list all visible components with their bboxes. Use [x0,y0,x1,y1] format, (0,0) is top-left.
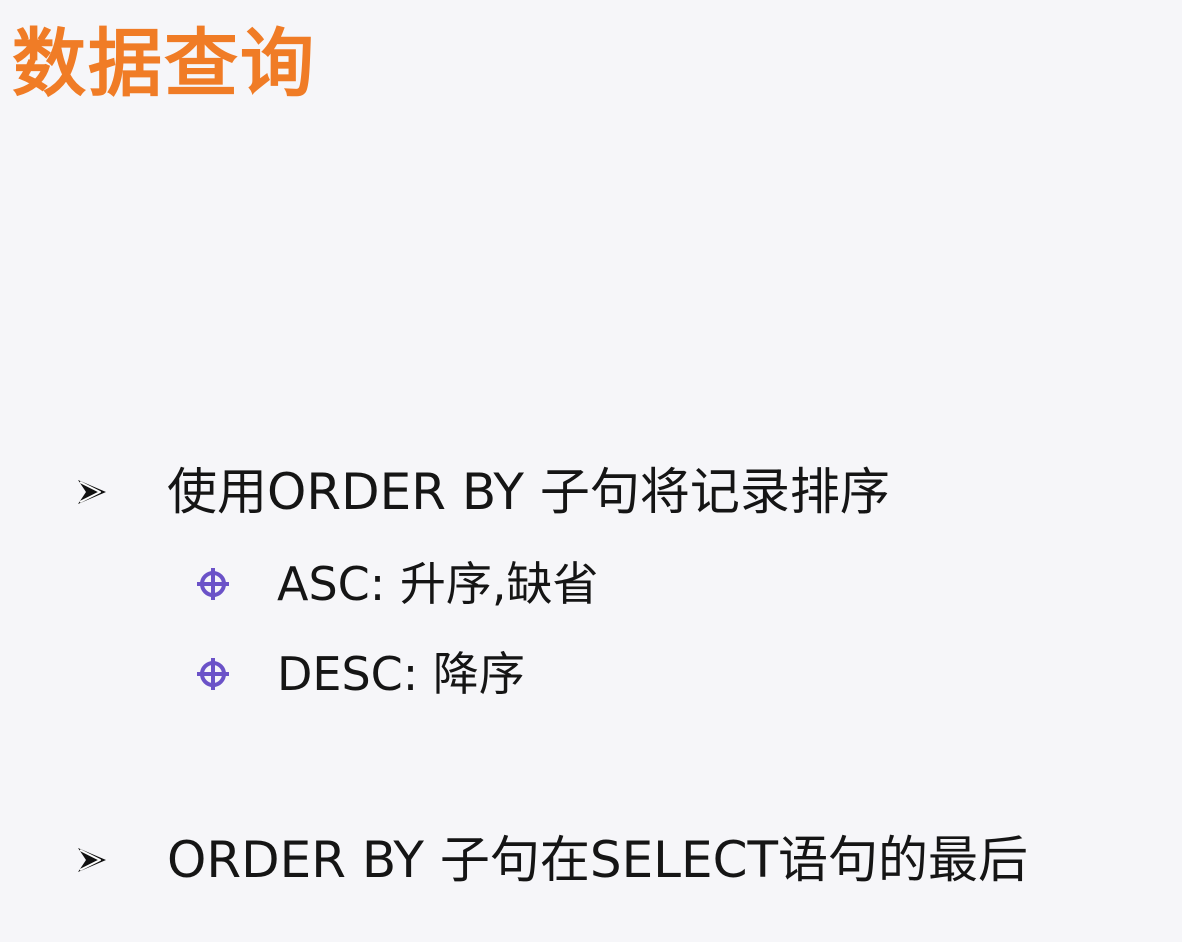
slide-title: 数据查询 [12,21,316,107]
crosshair-bullet-icon [193,654,233,694]
bullet-text: 使用ORDER BY 子句将记录排序 [167,463,890,521]
bullet-item-select-position: ORDER BY 子句在SELECT语句的最后 [72,824,1028,896]
crosshair-bullet-icon [193,564,233,604]
sub-bullet-text: ASC: 升序,缺省 [277,557,599,611]
sub-bullet-desc: DESC: 降序 [193,642,525,706]
arrow-bullet-icon [72,472,112,512]
bullet-item-order-by: 使用ORDER BY 子句将记录排序 [72,456,890,528]
slide: 数据查询 使用ORDER BY 子句将记录排序 ASC: 升序,缺省 DESC:… [0,0,1182,942]
bullet-text: ORDER BY 子句在SELECT语句的最后 [167,831,1029,889]
sub-bullet-asc: ASC: 升序,缺省 [193,552,599,616]
arrow-bullet-icon [72,840,112,880]
sub-bullet-text: DESC: 降序 [277,647,525,701]
